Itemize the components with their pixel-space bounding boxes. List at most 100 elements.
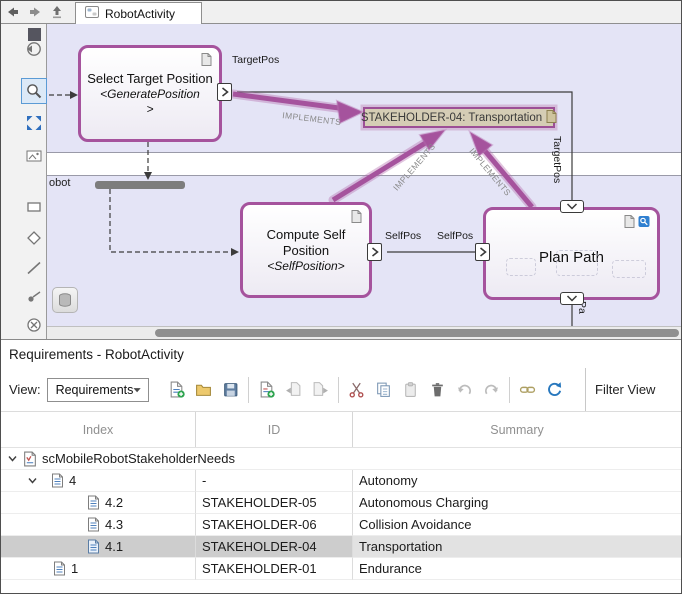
undo-icon[interactable]: [451, 377, 478, 403]
block-select-target-position[interactable]: Select Target Position <GeneratePosition…: [78, 45, 222, 142]
row-id-text: STAKEHOLDER-06: [202, 517, 317, 532]
back-icon[interactable]: [3, 3, 23, 21]
fork-bar[interactable]: [95, 181, 185, 189]
input-port-top[interactable]: [560, 200, 584, 213]
table-row-selected[interactable]: 4.1 STAKEHOLDER-04 Transportation: [1, 536, 681, 558]
junction-tool-icon[interactable]: [24, 287, 44, 307]
row-index-text: 4.2: [105, 495, 123, 510]
open-icon[interactable]: [190, 377, 217, 403]
cut-icon[interactable]: [343, 377, 370, 403]
requirement-icon: [53, 561, 66, 576]
document-badge-icon: [201, 53, 212, 66]
new-requirement-set-icon[interactable]: [163, 377, 190, 403]
output-port-selfpos[interactable]: [367, 243, 382, 261]
swimlane-label: obot: [49, 177, 70, 189]
requirement-annotation-label: STAKEHOLDER-04: Transportation: [361, 112, 542, 124]
copy-icon[interactable]: [370, 377, 397, 403]
row-index-text: 4: [69, 473, 76, 488]
expand-chevron-icon[interactable]: [5, 452, 19, 466]
block-title: Select Target Position: [87, 71, 213, 87]
row-index-text: 4.1: [105, 539, 123, 554]
badge-icons: [624, 215, 650, 228]
expand-chevron-icon[interactable]: [25, 474, 39, 488]
block-stereotype: <GeneratePosition>: [97, 87, 203, 116]
row-id-text: STAKEHOLDER-05: [202, 495, 317, 510]
table-header: Index ID Summary: [1, 412, 681, 448]
filter-view-label: Filter View: [585, 368, 681, 411]
table-row[interactable]: 4.2 STAKEHOLDER-05 Autonomous Charging: [1, 492, 681, 514]
forward-icon[interactable]: [25, 3, 45, 21]
output-port-bottom[interactable]: [560, 292, 584, 305]
redo-icon[interactable]: [478, 377, 505, 403]
column-header-id[interactable]: ID: [196, 412, 353, 447]
flow-label-selfpos-left: SelfPos: [385, 230, 421, 242]
fit-to-view-icon[interactable]: [24, 113, 44, 133]
delete-icon[interactable]: [424, 377, 451, 403]
inner-diagram-ghost: [612, 260, 646, 278]
block-stereotype: <SelfPosition>: [267, 259, 344, 273]
row-summary-text: Endurance: [359, 561, 422, 576]
document-badge-icon: [351, 210, 362, 223]
up-icon[interactable]: [47, 3, 67, 21]
save-icon[interactable]: [217, 377, 244, 403]
tab-robotactivity[interactable]: RobotActivity: [75, 2, 202, 24]
line-tool-icon[interactable]: [24, 258, 44, 278]
table-row[interactable]: 1 STAKEHOLDER-01 Endurance: [1, 558, 681, 580]
output-port-targetpos[interactable]: [217, 83, 232, 101]
row-summary-text: Transportation: [359, 539, 442, 554]
requirements-panel: Requirements - RobotActivity View: Requi…: [1, 339, 681, 594]
canvas-area: obot: [1, 24, 681, 339]
inner-diagram-ghost: [556, 250, 598, 276]
requirement-page-icon: [546, 110, 557, 126]
view-dropdown[interactable]: Requirements: [47, 378, 149, 402]
requirement-icon: [87, 539, 100, 554]
paste-icon[interactable]: [397, 377, 424, 403]
block-plan-path[interactable]: Plan Path: [483, 207, 660, 300]
row-id-text: -: [202, 473, 206, 488]
column-header-index[interactable]: Index: [1, 412, 196, 447]
requirement-set-icon: [23, 451, 37, 467]
block-compute-self-position[interactable]: Compute Self Position <SelfPosition>: [240, 202, 372, 298]
refresh-icon[interactable]: [541, 377, 568, 403]
requirement-icon: [51, 473, 64, 488]
data-store-button[interactable]: [52, 287, 78, 313]
rectangle-tool-icon[interactable]: [24, 197, 44, 217]
diagram-canvas[interactable]: obot: [47, 24, 681, 339]
row-id-text: STAKEHOLDER-04: [202, 539, 317, 554]
flow-label-targetpos: TargetPos: [232, 54, 279, 66]
table-row[interactable]: 4.3 STAKEHOLDER-06 Collision Avoidance: [1, 514, 681, 536]
terminate-tool-icon[interactable]: [24, 315, 44, 335]
input-port-selfpos[interactable]: [475, 243, 490, 261]
tab-label: RobotActivity: [105, 7, 175, 21]
row-summary-text: Collision Avoidance: [359, 517, 472, 532]
app-window: RobotActivity: [0, 0, 682, 594]
table-row-requirement-set[interactable]: scMobileRobotStakeholderNeeds: [1, 448, 681, 470]
activity-diagram-icon: [85, 6, 99, 21]
table-row[interactable]: 4 - Autonomy: [1, 470, 681, 492]
row-id-text: STAKEHOLDER-01: [202, 561, 317, 576]
promote-requirement-icon[interactable]: [280, 377, 307, 403]
row-index-text: scMobileRobotStakeholderNeeds: [42, 451, 235, 466]
diamond-tool-icon[interactable]: [24, 228, 44, 248]
zoom-icon[interactable]: [24, 81, 44, 101]
query-badge-icon: [638, 215, 650, 228]
screenshot-icon[interactable]: [24, 146, 44, 166]
scrollbar-thumb[interactable]: [155, 329, 679, 337]
nav-back-icon[interactable]: [24, 39, 44, 59]
view-label: View:: [9, 382, 41, 397]
requirements-toolbar: View: Requirements: [1, 368, 681, 412]
horizontal-scrollbar[interactable]: [47, 326, 681, 339]
tab-bar: RobotActivity: [1, 1, 681, 24]
flow-label-targetpos-vertical: TargetPos: [551, 136, 563, 183]
demote-requirement-icon[interactable]: [307, 377, 334, 403]
tool-palette: [1, 24, 47, 339]
block-title: Compute Self Position: [243, 227, 369, 260]
link-icon[interactable]: [514, 377, 541, 403]
add-requirement-icon[interactable]: [253, 377, 280, 403]
implements-label: IMPLEMENTS: [282, 110, 342, 127]
requirement-annotation[interactable]: STAKEHOLDER-04: Transportation: [363, 107, 555, 128]
row-index-text: 1: [71, 561, 78, 576]
column-header-summary[interactable]: Summary: [353, 412, 681, 447]
inner-diagram-ghost: [506, 258, 536, 276]
row-summary-text: Autonomous Charging: [359, 495, 488, 510]
